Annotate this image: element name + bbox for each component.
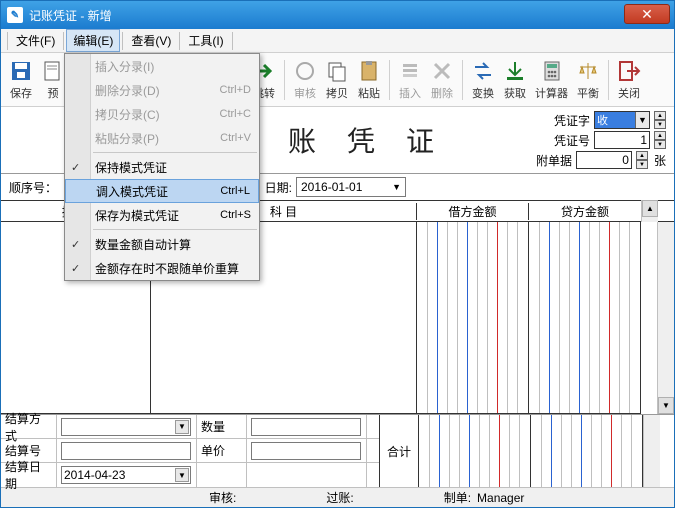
attach-spin[interactable]: ▲▼ [636, 151, 648, 169]
total-label: 合计 [379, 415, 419, 487]
window-title: 记账凭证 - 新增 [29, 7, 112, 24]
menu-save-as-template[interactable]: 保存为模式凭证Ctrl+S [65, 203, 259, 227]
voucher-word-spin[interactable]: ▲▼ [654, 111, 666, 129]
menu-load-template[interactable]: 调入模式凭证Ctrl+L [65, 179, 259, 203]
menu-edit[interactable]: 编辑(E) [66, 29, 120, 52]
voucher-word-label: 凭证字 [546, 112, 590, 129]
balance-icon [576, 59, 600, 83]
tool-insert[interactable]: 插入 [398, 59, 422, 101]
tool-paste[interactable]: 粘贴 [357, 59, 381, 101]
copy-icon [325, 59, 349, 83]
calculator-icon [540, 59, 564, 83]
tool-get[interactable]: 获取 [503, 59, 527, 101]
doc-title: 记 账 凭 证 [229, 120, 446, 160]
preview-icon [41, 59, 65, 83]
menubar: 文件(F) 编辑(E) 查看(V) 工具(I) [1, 29, 674, 53]
edit-menu-dropdown: 插入分录(I) 删除分录(D)Ctrl+D 拷贝分录(C)Ctrl+C 粘贴分录… [64, 53, 260, 281]
qty-label: 数量 [197, 415, 247, 438]
menu-view[interactable]: 查看(V) [125, 30, 177, 51]
status-post: 过账: [326, 489, 353, 506]
check-icon: ✓ [71, 262, 80, 275]
col-credit: 贷方金额 [529, 203, 641, 220]
tool-preview[interactable]: 预 [41, 59, 65, 101]
date-label: 日期: [265, 179, 292, 196]
credit-column[interactable] [529, 222, 641, 414]
menu-auto-calc[interactable]: ✓数量金额自动计算 [65, 232, 259, 256]
attach-field[interactable]: 0 [576, 151, 632, 169]
tool-balance[interactable]: 平衡 [576, 59, 600, 101]
chevron-down-icon[interactable]: ▼ [175, 420, 189, 434]
voucher-no-field[interactable]: 1 [594, 131, 650, 149]
menu-delete-row[interactable]: 删除分录(D)Ctrl+D [65, 78, 259, 102]
total-debit [419, 415, 531, 487]
tool-calc[interactable]: 计算器 [535, 59, 568, 101]
chevron-down-icon[interactable]: ▼ [175, 468, 189, 482]
status-maker-label: 制单: [444, 489, 471, 506]
scroll-up-icon[interactable]: ▲ [642, 200, 658, 217]
voucher-word-combo[interactable]: 收 ▼ [594, 111, 650, 129]
tool-copy[interactable]: 拷贝 [325, 59, 349, 101]
tool-save[interactable]: 保存 [9, 59, 33, 101]
price-label: 单价 [197, 439, 247, 462]
audit-icon [293, 59, 317, 83]
settle-date-label: 结算日期 [1, 463, 57, 487]
voucher-no-label: 凭证号 [546, 132, 590, 149]
statusbar: 审核: 过账: 制单: Manager [1, 487, 674, 507]
close-window-button[interactable]: ✕ [624, 4, 670, 24]
footer: 结算方式 ▼ 数量 结算号 单价 结算日期 2014-04-23▼ 合计 [1, 414, 674, 487]
menu-tools[interactable]: 工具(I) [182, 30, 229, 51]
tool-audit[interactable]: 审核 [293, 59, 317, 101]
seq-label: 顺序号： [9, 179, 57, 196]
price-field[interactable] [251, 442, 361, 460]
settle-date-field[interactable]: 2014-04-23▼ [61, 466, 191, 484]
check-icon: ✓ [71, 161, 80, 174]
menu-keep-template[interactable]: ✓保持模式凭证 [65, 155, 259, 179]
status-maker-value: Manager [477, 491, 524, 505]
chevron-down-icon[interactable]: ▼ [392, 182, 401, 192]
menu-paste-row[interactable]: 粘贴分录(P)Ctrl+V [65, 126, 259, 150]
chevron-down-icon[interactable]: ▼ [635, 112, 649, 128]
settle-method-label: 结算方式 [1, 415, 57, 438]
get-icon [503, 59, 527, 83]
voucher-no-spin[interactable]: ▲▼ [654, 131, 666, 149]
attach-unit: 张 [654, 152, 666, 169]
menu-insert-row[interactable]: 插入分录(I) [65, 54, 259, 78]
scroll-down-icon[interactable]: ▼ [658, 397, 674, 414]
exit-icon [617, 59, 641, 83]
tool-delete[interactable]: 删除 [430, 59, 454, 101]
settle-no-field[interactable] [61, 442, 191, 460]
save-icon [9, 59, 33, 83]
menu-file[interactable]: 文件(F) [10, 30, 61, 51]
tool-close[interactable]: 关闭 [617, 59, 641, 101]
status-audit: 审核: [209, 489, 236, 506]
menu-keep-price[interactable]: ✓金额存在时不跟随单价重算 [65, 256, 259, 280]
check-icon: ✓ [71, 238, 80, 251]
col-debit: 借方金额 [417, 203, 529, 220]
titlebar: ✎ 记账凭证 - 新增 ✕ [1, 1, 674, 29]
paste-icon [357, 59, 381, 83]
convert-icon [471, 59, 495, 83]
menu-copy-row[interactable]: 拷贝分录(C)Ctrl+C [65, 102, 259, 126]
tool-convert[interactable]: 变换 [471, 59, 495, 101]
settle-method-combo[interactable]: ▼ [61, 418, 191, 436]
total-credit [531, 415, 643, 487]
debit-column[interactable] [417, 222, 529, 414]
attach-label: 附单据 [528, 152, 572, 169]
app-icon: ✎ [7, 7, 23, 23]
insert-icon [398, 59, 422, 83]
date-field[interactable]: 2016-01-01 ▼ [296, 177, 406, 197]
delete-icon [430, 59, 454, 83]
qty-field[interactable] [251, 418, 361, 436]
